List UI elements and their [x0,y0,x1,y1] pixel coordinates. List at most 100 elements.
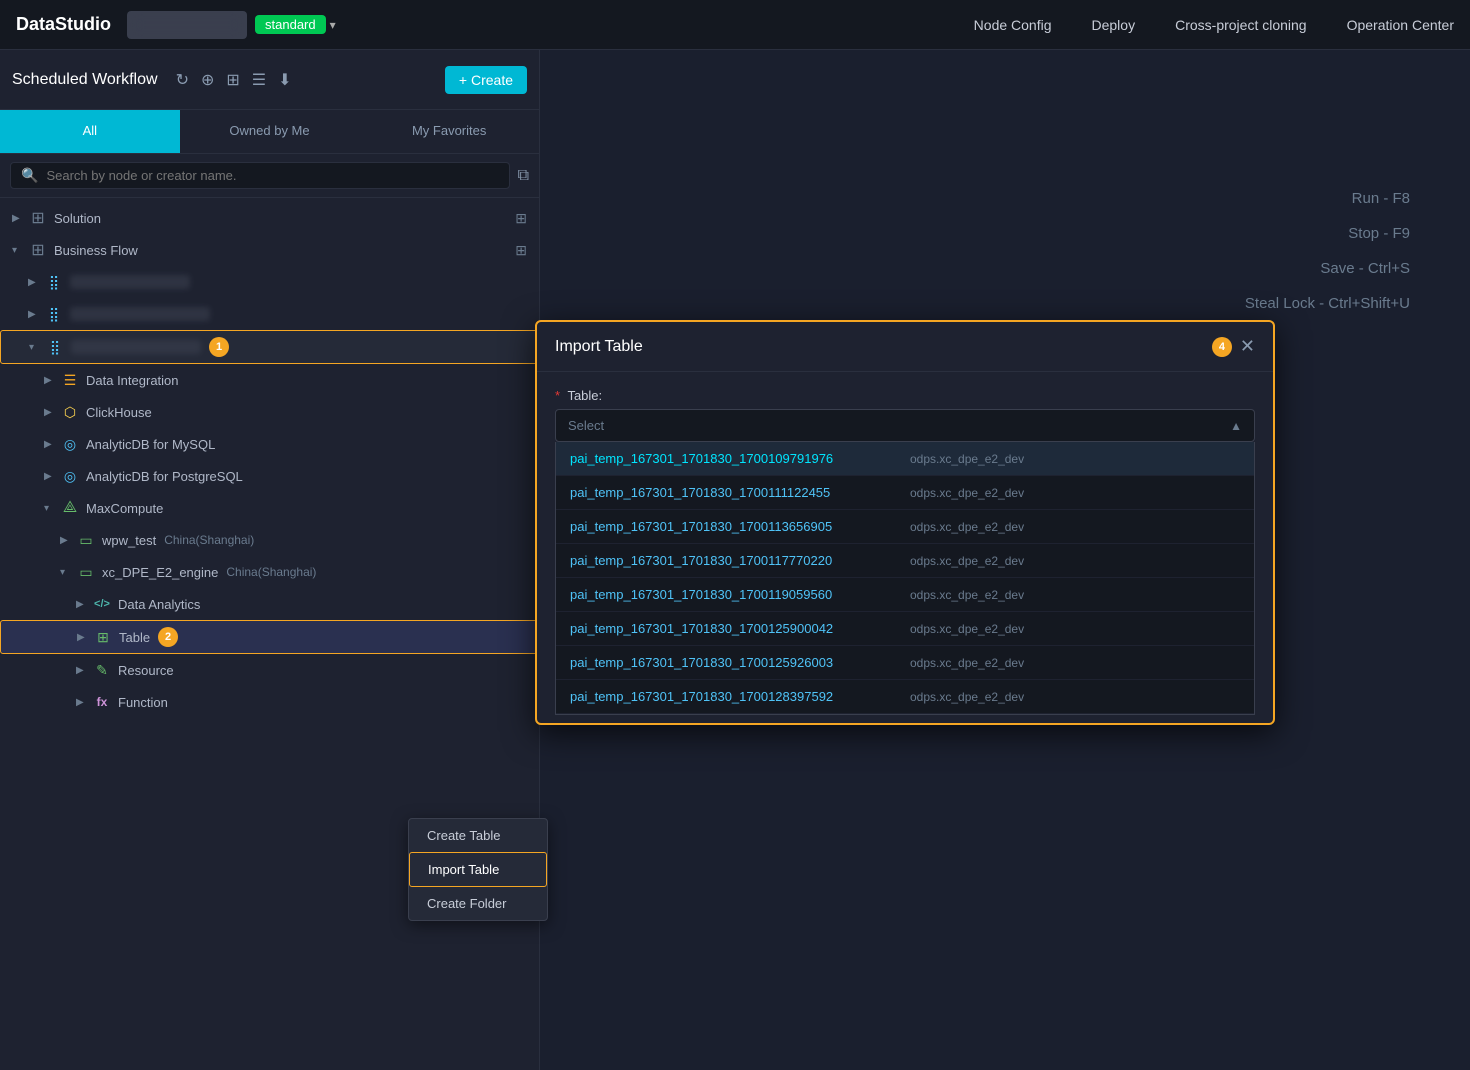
dialog-body: * Table: Select ▲ pai_temp_167301_170183… [537,372,1273,723]
maxcompute-icon: ⟁ [60,498,80,518]
tree-item-maxcompute[interactable]: ▾ ⟁ MaxCompute [0,492,539,524]
project-name: odps.xc_dpe_e2_dev [910,622,1024,636]
node3-icon: ⣿ [45,337,65,357]
sidebar-header: Scheduled Workflow ↻ ⊕ ⊞ ☰ ⬇ + Create [0,50,539,110]
tab-owned-by-me[interactable]: Owned by Me [180,110,360,153]
tree-item-table[interactable]: ▶ ⊞ Table 2 [0,620,539,654]
dropdown-item[interactable]: pai_temp_167301_1701830_1700125926003 od… [556,646,1254,680]
dialog-header-right: 4 ✕ [1204,336,1255,357]
dropdown-item[interactable]: pai_temp_167301_1701830_1700113656905 od… [556,510,1254,544]
shortcut-save: Save - Ctrl+S [1245,260,1410,277]
analyticdb-pg-icon: ◎ [60,466,80,486]
search-input-wrap[interactable]: 🔍 [10,162,510,189]
chevron-icon: ▶ [77,632,87,643]
chevron-icon: ▶ [28,277,38,288]
xc-dpe-e2-icon: ▭ [76,562,96,582]
tree-item-xc-dpe-e2[interactable]: ▾ ▭ xc_DPE_E2_engine China(Shanghai) [0,556,539,588]
solution-grid-icon: ⊞ [515,210,527,227]
tree-item-function[interactable]: ▶ fx Function [0,686,539,718]
search-input[interactable] [46,168,498,183]
shortcut-steal-lock: Steal Lock - Ctrl+Shift+U [1245,295,1410,312]
table-name: pai_temp_167301_1701830_1700111122455 [570,485,910,500]
data-analytics-label: Data Analytics [118,597,200,612]
analyticdb-mysql-label: AnalyticDB for MySQL [86,437,215,452]
node2-icon: ⣿ [44,304,64,324]
tree-item-solution[interactable]: ▶ ⊞ Solution ⊞ [0,202,539,234]
shortcut-stop: Stop - F9 [1245,225,1410,242]
function-label: Function [118,695,168,710]
filter-icon[interactable]: ⧉ [518,167,529,185]
table-field-label: * Table: [555,388,1255,403]
add-button[interactable]: ⊕ [195,66,220,94]
project-name: odps.xc_dpe_e2_dev [910,452,1024,466]
tree-item-clickhouse[interactable]: ▶ ⬡ ClickHouse [0,396,539,428]
dialog-header: Import Table 4 ✕ [537,322,1273,372]
tabs-bar: All Owned by Me My Favorites [0,110,539,154]
table-name: pai_temp_167301_1701830_1700125900042 [570,621,910,636]
tree-item-node3[interactable]: ▾ ⣿ 1 [0,330,539,364]
tab-all[interactable]: All [0,110,180,153]
wpw-test-label: wpw_test [102,533,156,548]
project-name: odps.xc_dpe_e2_dev [910,588,1024,602]
node3-label [71,340,201,354]
context-import-table[interactable]: Import Table [409,852,547,887]
tree-item-analyticdb-pg[interactable]: ▶ ◎ AnalyticDB for PostgreSQL [0,460,539,492]
table-name: pai_temp_167301_1701830_1700109791976 [570,451,910,466]
node3-badge: 1 [209,337,229,357]
nav-deploy[interactable]: Deploy [1092,17,1136,33]
dropdown-item[interactable]: pai_temp_167301_1701830_1700119059560 od… [556,578,1254,612]
dropdown-item[interactable]: pai_temp_167301_1701830_1700128397592 od… [556,680,1254,714]
context-create-table[interactable]: Create Table [409,819,547,852]
xc-dpe-e2-label: xc_DPE_E2_engine [102,565,218,580]
select-chevron-icon: ▲ [1230,419,1242,433]
chevron-icon: ▾ [44,503,54,514]
tree-item-analyticdb-mysql[interactable]: ▶ ◎ AnalyticDB for MySQL [0,428,539,460]
table-name: pai_temp_167301_1701830_1700119059560 [570,587,910,602]
shortcut-run: Run - F8 [1245,190,1410,207]
create-button[interactable]: + Create [445,66,527,94]
chevron-icon: ▶ [76,665,86,676]
dropdown-item[interactable]: pai_temp_167301_1701830_1700111122455 od… [556,476,1254,510]
project-selector[interactable] [127,11,247,39]
sidebar-title: Scheduled Workflow [12,71,158,89]
chevron-icon: ▾ [29,342,39,353]
dropdown-item[interactable]: pai_temp_167301_1701830_1700125900042 od… [556,612,1254,646]
tree-item-data-analytics[interactable]: ▶ </> Data Analytics [0,588,539,620]
plan-badge: standard [255,15,326,34]
clickhouse-label: ClickHouse [86,405,152,420]
plan-caret-icon[interactable]: ▾ [330,18,336,32]
context-create-folder[interactable]: Create Folder [409,887,547,920]
tree-item-resource[interactable]: ▶ ✎ Resource [0,654,539,686]
chevron-icon: ▶ [60,535,70,546]
tree-item-business-flow[interactable]: ▾ ⊞ Business Flow ⊞ [0,234,539,266]
refresh-button[interactable]: ↻ [170,66,195,94]
data-integration-label: Data Integration [86,373,179,388]
maxcompute-label: MaxCompute [86,501,163,516]
chevron-icon: ▶ [28,309,38,320]
tab-my-favorites[interactable]: My Favorites [359,110,539,153]
search-icon: 🔍 [21,167,38,184]
project-name: odps.xc_dpe_e2_dev [910,690,1024,704]
download-button[interactable]: ⬇ [272,66,297,94]
nav-operation-center[interactable]: Operation Center [1347,17,1454,33]
search-row: 🔍 ⧉ [0,154,539,198]
list-view-button[interactable]: ☰ [246,66,272,94]
nav-node-config[interactable]: Node Config [974,17,1052,33]
tree-item-node2[interactable]: ▶ ⣿ [0,298,539,330]
chevron-icon: ▶ [44,375,54,386]
tree-item-node1[interactable]: ▶ ⣿ [0,266,539,298]
dialog-close-button[interactable]: ✕ [1240,336,1255,357]
tree-item-wpw-test[interactable]: ▶ ▭ wpw_test China(Shanghai) [0,524,539,556]
grid-view-button[interactable]: ⊞ [220,66,245,94]
dropdown-item[interactable]: pai_temp_167301_1701830_1700109791976 od… [556,442,1254,476]
solution-label: Solution [54,211,101,226]
tree-item-data-integration[interactable]: ▶ ☰ Data Integration [0,364,539,396]
chevron-icon: ▾ [12,245,22,256]
table-name: pai_temp_167301_1701830_1700128397592 [570,689,910,704]
table-select[interactable]: Select ▲ [555,409,1255,442]
nav-cross-project[interactable]: Cross-project cloning [1175,17,1307,33]
table-name: pai_temp_167301_1701830_1700113656905 [570,519,910,534]
dropdown-item[interactable]: pai_temp_167301_1701830_1700117770220 od… [556,544,1254,578]
import-table-dialog: Import Table 4 ✕ * Table: Select ▲ pai_t… [535,320,1275,725]
solution-icon: ⊞ [28,208,48,228]
